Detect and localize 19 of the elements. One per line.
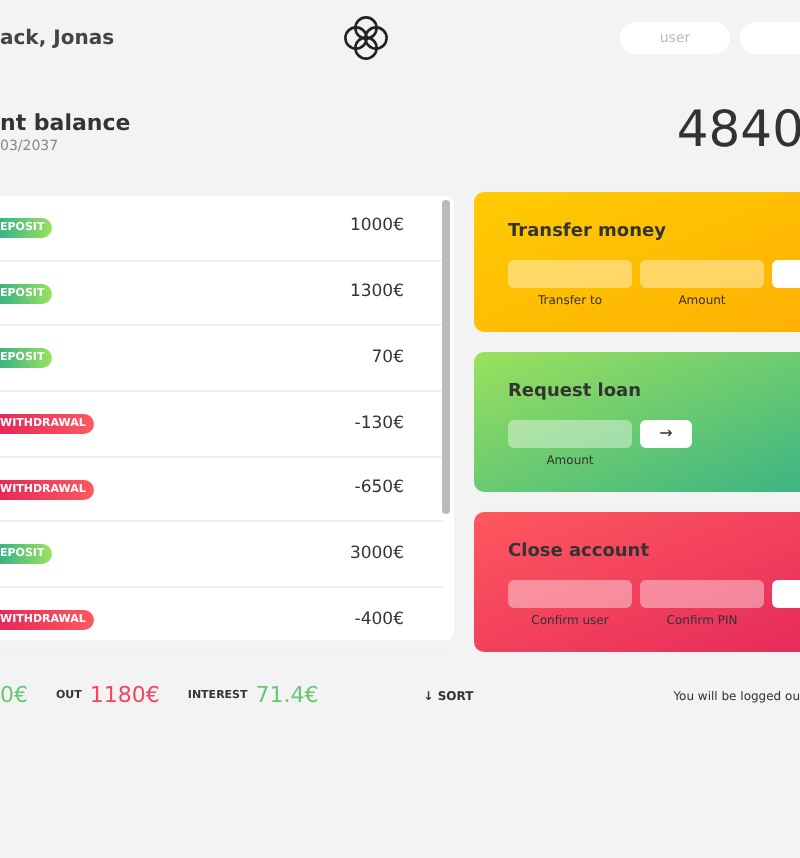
scrollbar[interactable] — [442, 200, 450, 514]
logo-icon — [342, 14, 390, 62]
submit-button[interactable]: → — [640, 419, 692, 447]
operation-title: Transfer money — [508, 220, 668, 246]
movement-amount: 3000€ — [349, 541, 404, 568]
balance-label: nt balance — [0, 112, 131, 137]
operation-title: Request loan — [508, 380, 644, 406]
summary-value: 1180€ — [89, 680, 160, 712]
movement-amount: 70€ — [371, 345, 404, 372]
welcome-text: ack, Jonas — [0, 25, 117, 53]
movement-amount: -130€ — [354, 411, 404, 437]
movement-amount: -650€ — [354, 476, 404, 502]
operation-title: Close account — [508, 540, 652, 566]
summary-value: 0€ — [0, 680, 28, 712]
summary-value: 71.4€ — [255, 680, 319, 712]
movement-amount: 1300€ — [349, 280, 404, 306]
movement-amount: -400€ — [354, 607, 404, 633]
movement-amount: 1000€ — [349, 214, 404, 241]
balance-value: 4840 — [676, 104, 800, 154]
